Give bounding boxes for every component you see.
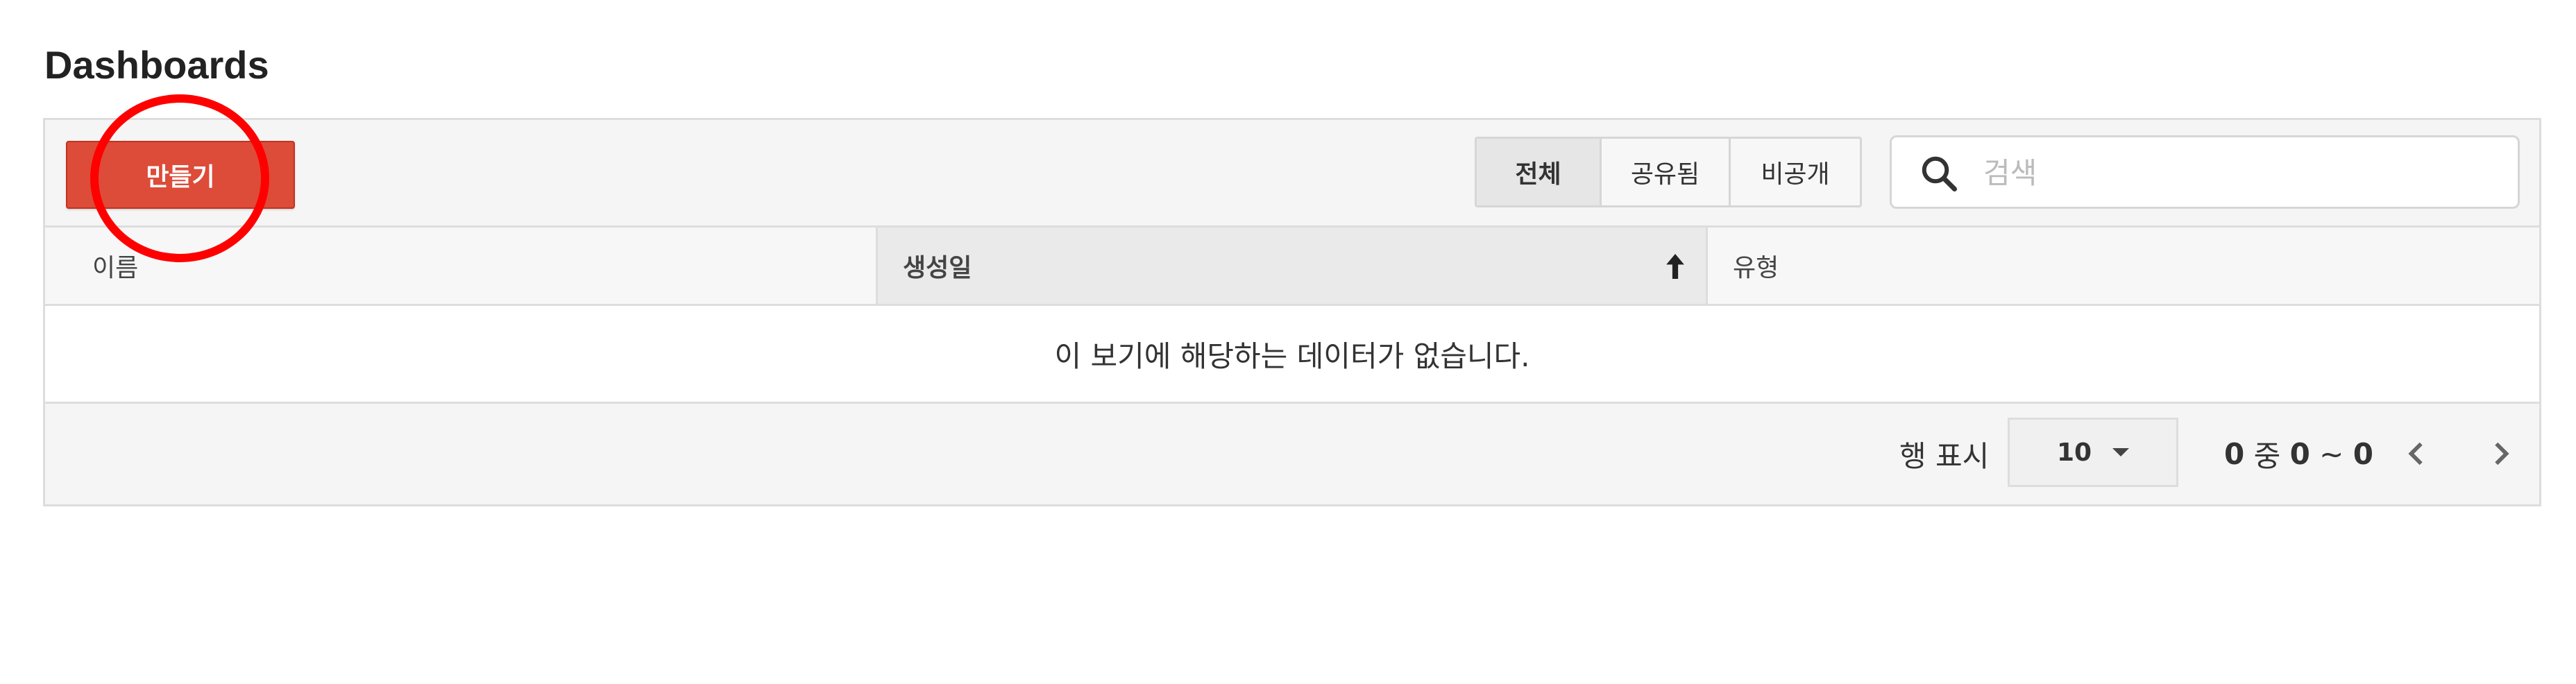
range-sep-of: 중	[2244, 439, 2290, 473]
rows-per-page-select[interactable]: 10	[2008, 418, 2178, 487]
search-icon	[1922, 156, 1957, 191]
search-box[interactable]	[1890, 135, 2520, 209]
toolbar: 만들기 전체 공유됨 비공개	[45, 120, 2539, 228]
pagination-range: 0 중 0 ~ 0	[2224, 404, 2373, 504]
pagination-footer: 행 표시 10 0 중 0 ~ 0	[45, 404, 2539, 504]
page-title: Dashboards	[44, 43, 269, 87]
filter-private-button[interactable]: 비공개	[1731, 139, 1860, 205]
filter-all-button[interactable]: 전체	[1477, 139, 1602, 205]
next-page-button[interactable]	[2480, 433, 2521, 474]
previous-page-button[interactable]	[2396, 433, 2438, 474]
table-header: 이름 생성일 유형	[45, 228, 2539, 306]
filter-shared-button[interactable]: 공유됨	[1602, 139, 1731, 205]
column-header-name-label: 이름	[92, 254, 139, 282]
page: Dashboards 만들기 전체 공유됨 비공개 이름 생성일	[0, 0, 2576, 684]
rows-per-page-value: 10	[2056, 438, 2092, 467]
range-from: 0	[2289, 437, 2310, 471]
rows-per-page-label: 행 표시	[1899, 439, 1990, 473]
dashboards-panel: 만들기 전체 공유됨 비공개 이름 생성일	[43, 118, 2541, 506]
chevron-down-icon	[2112, 448, 2130, 456]
filter-group: 전체 공유됨 비공개	[1475, 137, 1862, 207]
column-header-type-label: 유형	[1733, 254, 1779, 282]
range-sep-to: ~	[2310, 437, 2353, 471]
range-total: 0	[2224, 437, 2245, 471]
chevron-left-icon	[2408, 442, 2423, 465]
empty-message: 이 보기에 해당하는 데이터가 없습니다.	[45, 306, 2539, 404]
column-header-name[interactable]: 이름	[45, 228, 878, 304]
column-header-created-label: 생성일	[903, 254, 972, 282]
column-header-type[interactable]: 유형	[1708, 228, 2539, 304]
chevron-right-icon	[2495, 442, 2509, 465]
range-to: 0	[2353, 437, 2373, 471]
search-input[interactable]	[1982, 147, 2498, 198]
column-header-created[interactable]: 생성일	[878, 228, 1708, 304]
sort-arrow-up-icon	[1666, 254, 1684, 279]
create-button[interactable]: 만들기	[66, 141, 295, 209]
